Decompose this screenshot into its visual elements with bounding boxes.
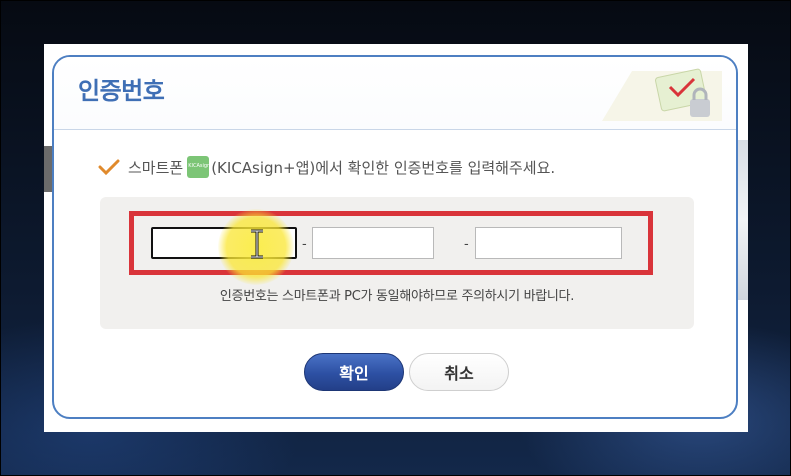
code-field-1[interactable] bbox=[151, 227, 297, 259]
instruction-prefix: 스마트폰 bbox=[128, 158, 184, 177]
notice-text: 인증번호는 스마트폰과 PC가 동일해야하므로 주의하시기 바랍니다. bbox=[219, 289, 575, 304]
code-entry-panel: - - 인증번호는 스마트폰과 PC가 동일해야하므로 주의하시기 바랍니다. bbox=[100, 197, 694, 329]
verification-code-dialog: 인증번호 스마트폰 KICAsign (KICAsign+앱)에서 확인한 인증… bbox=[52, 55, 738, 419]
instruction-text: 스마트폰 KICAsign (KICAsign+앱)에서 확인한 인증번호를 입… bbox=[98, 155, 718, 179]
code-field-3[interactable] bbox=[475, 227, 622, 259]
check-icon bbox=[98, 159, 120, 176]
dialog-header: 인증번호 bbox=[54, 57, 736, 130]
cancel-button[interactable]: 취소 bbox=[409, 353, 509, 391]
dialog-title: 인증번호 bbox=[78, 77, 165, 105]
lock-icon bbox=[602, 68, 722, 121]
confirm-button[interactable]: 확인 bbox=[304, 353, 404, 391]
code-field-2[interactable] bbox=[312, 227, 434, 259]
code-separator: - bbox=[302, 237, 307, 252]
kicasign-app-icon: KICAsign bbox=[187, 156, 210, 178]
code-separator: - bbox=[464, 237, 469, 252]
instruction-suffix: (KICAsign+앱)에서 확인한 인증번호를 입력해주세요. bbox=[211, 158, 556, 177]
